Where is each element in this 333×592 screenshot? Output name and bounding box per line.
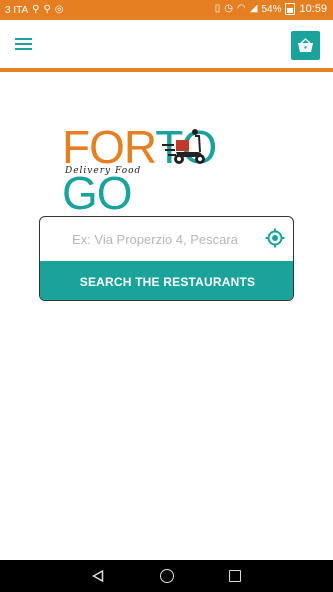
scooter-icon [162,129,205,164]
fortogo-logo: FORTOGO Delivery Food [62,124,274,216]
app-screen: 3 ITA ⚲ ⚲ ◎ ▯ ◷ ◠ ◢ 54% 10:59 FORGO Deli… [0,0,333,592]
signal-icon: ◢ [249,3,258,14]
search-restaurants-button[interactable]: SEARCH THE RESTAURANTS [40,261,293,300]
basket-button[interactable] [291,31,320,60]
carrier-label: 3 ITA [5,4,29,16]
usb-icon: ⚲ [32,4,40,15]
vibrate-icon: ▯ [214,3,221,14]
hamburger-icon[interactable] [15,38,32,50]
status-left: 3 ITA ⚲ ⚲ ◎ [5,4,64,16]
gps-target-icon[interactable] [265,228,285,248]
clock: 10:59 [299,3,327,15]
alarm-icon: ◷ [224,3,234,14]
wifi-icon: ◠ [237,3,246,14]
app-bar-accent-line [0,68,333,72]
basket-icon [298,38,313,52]
search-card: SEARCH THE RESTAURANTS [39,216,294,301]
back-triangle-icon[interactable] [92,570,104,582]
recent-square-icon[interactable] [229,570,241,582]
status-bar: 3 ITA ⚲ ⚲ ◎ ▯ ◷ ◠ ◢ 54% 10:59 [0,0,333,20]
system-nav-bar [0,560,333,592]
home-circle-icon[interactable] [160,569,174,583]
usb-debug-icon: ⚲ [43,4,51,15]
whatsapp-icon: ◎ [54,4,64,15]
logo-subtitle: Delivery Food [65,166,142,176]
battery-percent: 54% [261,3,282,15]
status-right: ▯ ◷ ◠ ◢ 54% 10:59 [215,3,327,15]
address-input[interactable] [40,217,293,261]
battery-icon [285,3,296,15]
app-bar [0,20,333,68]
